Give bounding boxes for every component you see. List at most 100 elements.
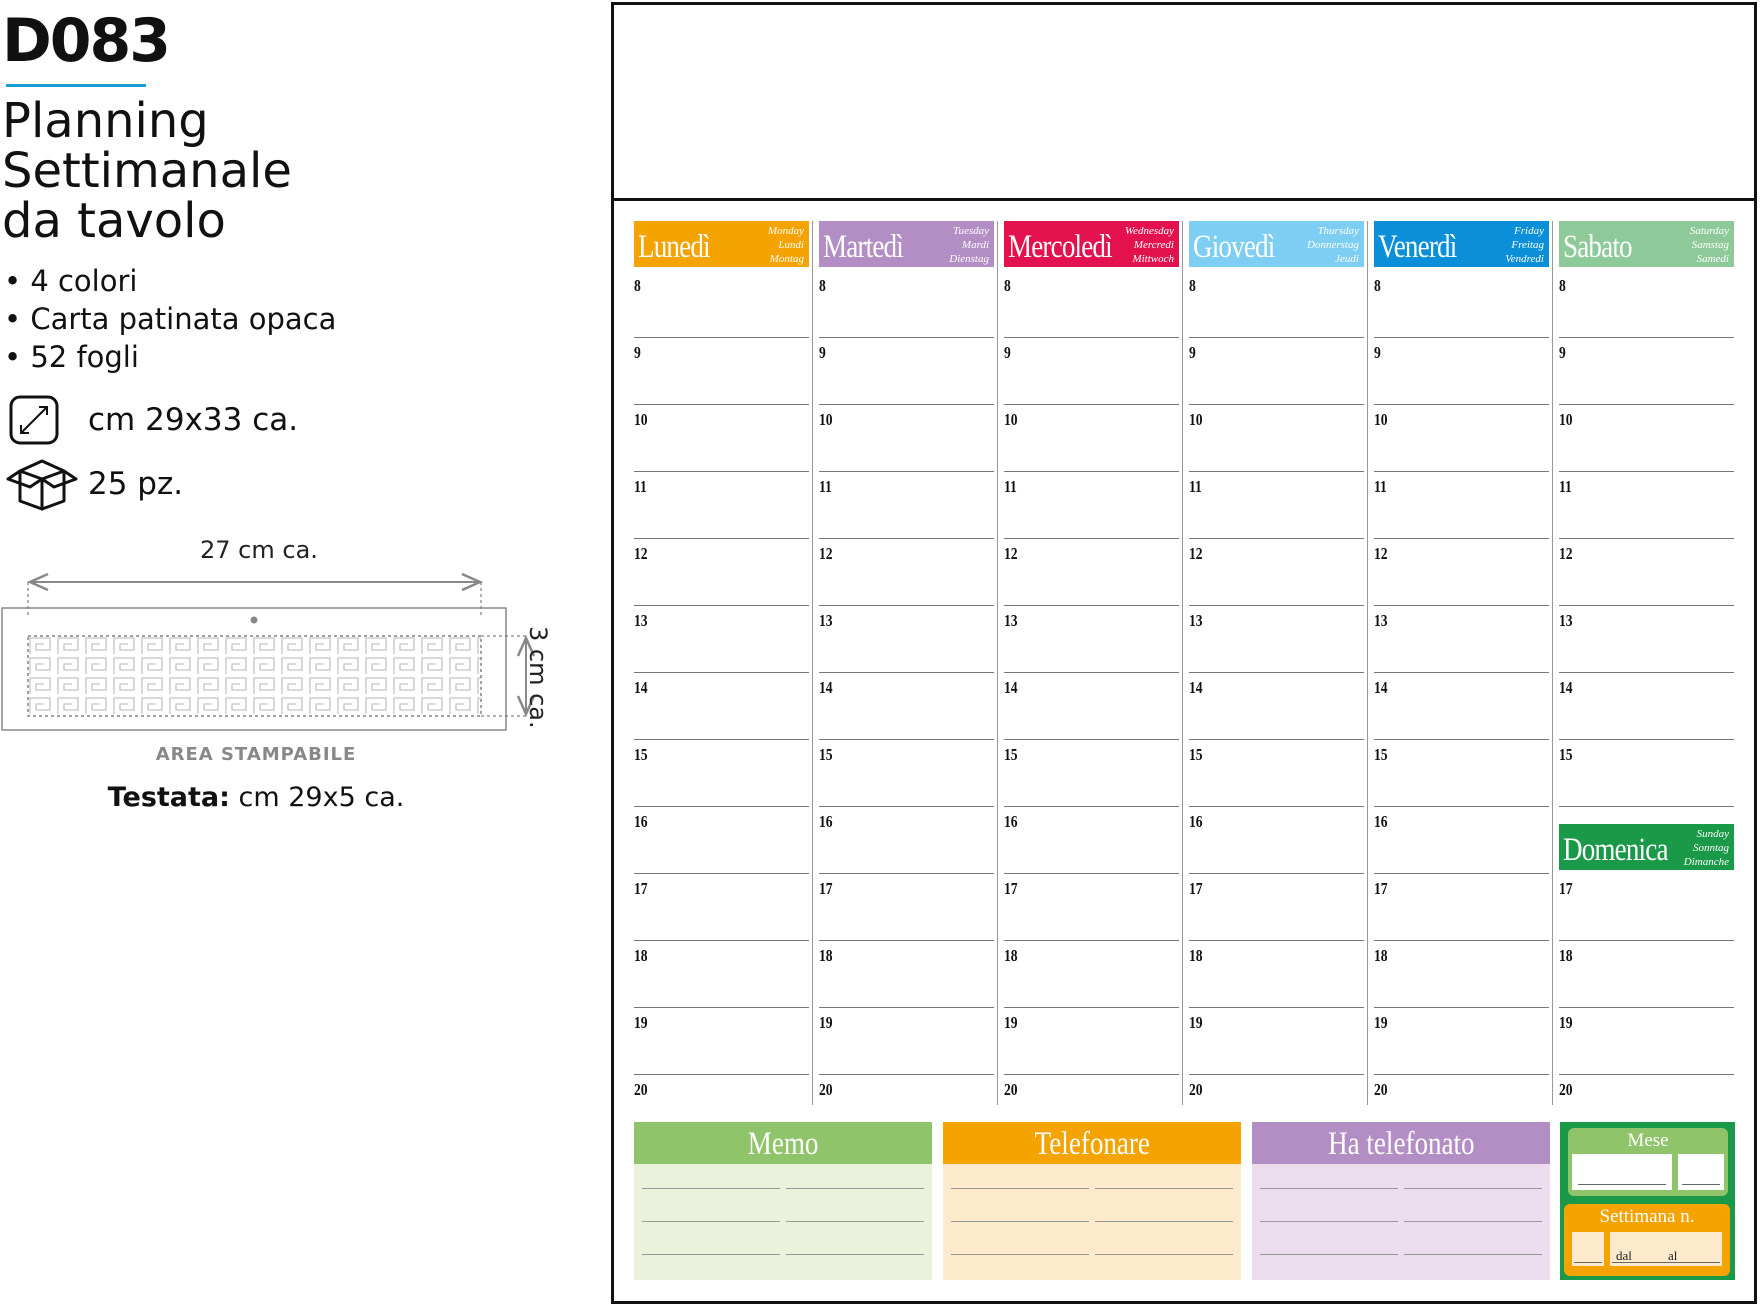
day-translation: Vendredi <box>1505 253 1544 265</box>
column-separator <box>1367 221 1368 1105</box>
open-box-icon <box>6 456 78 512</box>
pack-text: 25 pz. <box>88 466 184 502</box>
week-number-label: Settimana n. <box>1599 1206 1695 1227</box>
product-title-line-1: Planning <box>2 93 209 149</box>
hour-line <box>634 806 809 807</box>
month-field-line <box>1578 1184 1666 1185</box>
hour-label: 15 <box>1374 745 1388 764</box>
day-translation: Mercredi <box>1133 239 1174 251</box>
hour-line <box>819 940 994 941</box>
hour-label: 13 <box>1189 611 1203 630</box>
column-separator <box>812 221 813 1105</box>
hour-line <box>1559 471 1734 472</box>
hour-line <box>1004 806 1179 807</box>
day-header: Giovedì Thursday Donnerstag Jeudi <box>1189 221 1364 267</box>
feature-item: • 4 colori <box>4 264 138 298</box>
notes-line <box>642 1188 780 1189</box>
hour-label: 15 <box>1004 745 1018 764</box>
notes-line <box>951 1188 1089 1189</box>
hour-line <box>819 739 994 740</box>
hour-label: 11 <box>819 477 832 496</box>
notes-line <box>1260 1221 1398 1222</box>
hour-label: 13 <box>1559 611 1573 630</box>
hour-label: 14 <box>1004 678 1018 697</box>
hour-line <box>819 806 994 807</box>
hour-line <box>1559 940 1734 941</box>
hour-label: 11 <box>634 477 647 496</box>
notes-line <box>1260 1254 1398 1255</box>
feature-list: • 4 colori • Carta patinata opaca • 52 f… <box>4 262 336 376</box>
hour-label: 20 <box>819 1080 833 1099</box>
hour-line <box>1189 404 1364 405</box>
hour-label: 17 <box>1004 879 1018 898</box>
hour-line <box>1189 873 1364 874</box>
hour-line <box>1004 873 1179 874</box>
week-number-line <box>1574 1262 1602 1263</box>
day-translation: Jeudi <box>1335 253 1359 265</box>
hour-label: 13 <box>819 611 833 630</box>
hour-line <box>1374 1074 1549 1075</box>
hour-label: 17 <box>1559 879 1573 898</box>
week-number-field <box>1572 1232 1604 1266</box>
hour-line <box>1559 404 1734 405</box>
day-translations: Wednesday Mercredi Mittwoch <box>1125 224 1174 266</box>
hour-line <box>819 873 994 874</box>
hour-label: 10 <box>1374 410 1388 429</box>
hour-line <box>634 404 809 405</box>
hour-label: 11 <box>1004 477 1017 496</box>
hour-label: 10 <box>1559 410 1573 429</box>
day-name: Sabato <box>1563 229 1633 265</box>
day-translation: Mardi <box>961 239 989 251</box>
day-translation: Tuesday <box>952 225 989 237</box>
notes-line <box>1095 1254 1233 1255</box>
day-translations: Sunday Sonntag Dimanche <box>1684 827 1729 869</box>
day-translation: Mittwoch <box>1132 253 1174 265</box>
hour-label: 8 <box>634 276 641 295</box>
notes-box-header: Telefonare <box>943 1122 1241 1164</box>
hour-label: 18 <box>1559 946 1573 965</box>
hour-line <box>1374 739 1549 740</box>
day-translation: Montag <box>769 253 804 265</box>
hour-label: 19 <box>1189 1013 1203 1032</box>
product-title: Planning Settimanale da tavolo <box>2 96 292 246</box>
hour-line <box>819 605 994 606</box>
day-name: Venerdì <box>1378 229 1457 265</box>
notes-box: Ha telefonato <box>1252 1122 1550 1280</box>
date-to-label: al <box>1668 1248 1678 1263</box>
printable-area-diagram: 27 cm ca. 3 cm ca. AREA STAMPABILE Testa… <box>0 536 600 876</box>
hour-label: 10 <box>1189 410 1203 429</box>
notes-line <box>1404 1254 1542 1255</box>
hour-label: 13 <box>634 611 648 630</box>
hour-line <box>1189 337 1364 338</box>
hour-label: 13 <box>1004 611 1018 630</box>
notes-line <box>642 1254 780 1255</box>
hour-label: 9 <box>1374 343 1381 362</box>
notes-line <box>642 1221 780 1222</box>
day-translation: Dimanche <box>1683 856 1729 868</box>
hour-label: 8 <box>1374 276 1381 295</box>
hour-label: 20 <box>1004 1080 1018 1099</box>
hour-line <box>1189 739 1364 740</box>
hour-line <box>1189 538 1364 539</box>
hour-line <box>1004 1074 1179 1075</box>
hour-line <box>1189 605 1364 606</box>
hour-line <box>1374 672 1549 673</box>
hour-label: 16 <box>634 812 648 831</box>
hour-line <box>1189 672 1364 673</box>
hour-line <box>634 605 809 606</box>
day-header: Sabato Saturday Samstag Samedi <box>1559 221 1734 267</box>
month-panel: Mese <box>1568 1128 1728 1196</box>
notes-line <box>1095 1221 1233 1222</box>
pack-spec: 25 pz. <box>6 456 183 512</box>
hour-label: 16 <box>819 812 833 831</box>
width-dimension-label: 27 cm ca. <box>200 536 318 564</box>
hour-line <box>1559 538 1734 539</box>
day-translation: Dienstag <box>949 253 989 265</box>
day-translation: Freitag <box>1511 239 1544 251</box>
product-title-line-2: Settimanale <box>2 143 292 199</box>
day-name: Martedì <box>823 229 904 265</box>
notes-line <box>786 1221 924 1222</box>
hour-label: 16 <box>1004 812 1018 831</box>
hour-line <box>1004 739 1179 740</box>
hour-line <box>634 1074 809 1075</box>
